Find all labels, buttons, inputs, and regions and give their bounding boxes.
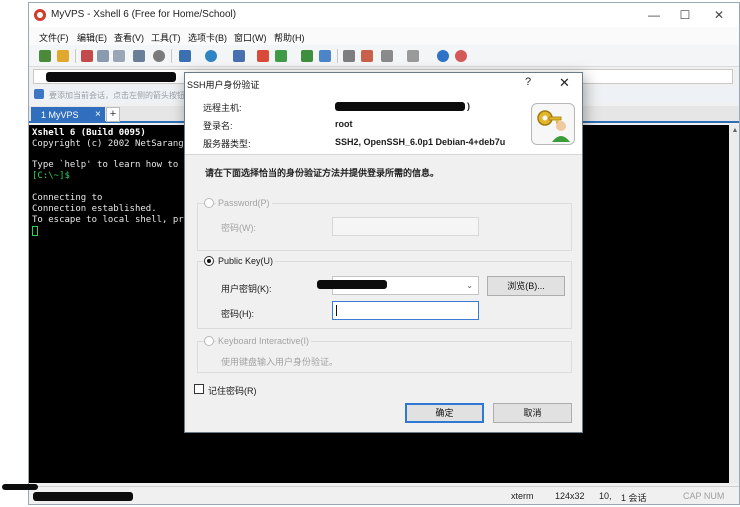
redaction-mark: [2, 484, 38, 490]
menu-help[interactable]: 帮助(H): [274, 31, 305, 44]
open-folder-icon[interactable]: [57, 50, 69, 62]
status-caps: CAP NUM: [683, 491, 725, 501]
server-type-label: 服务器类型:: [203, 139, 251, 149]
tip-text: 要添加当前会话，点击左侧的箭头按钮。: [49, 91, 193, 100]
xshell-info-icon[interactable]: [455, 50, 467, 62]
menu-file[interactable]: 文件(F): [39, 31, 69, 44]
xftp-icon[interactable]: [257, 50, 269, 62]
resize-icon[interactable]: [301, 50, 313, 62]
copy-icon[interactable]: [97, 50, 109, 62]
key-user-icon: [531, 103, 575, 145]
dialog-close-button[interactable]: ✕: [559, 75, 570, 91]
cancel-button[interactable]: 取消: [493, 403, 572, 423]
user-key-label: 用户密钥(K):: [221, 284, 272, 294]
toolbar-separator: [337, 49, 338, 63]
terminal-line: Type `help' to learn how to: [32, 160, 179, 170]
window-title: MyVPS - Xshell 6 (Free for Home/School): [51, 9, 237, 20]
passphrase-input[interactable]: [332, 301, 479, 320]
camera-icon[interactable]: [381, 50, 393, 62]
keyboard-interactive-label: Keyboard Interactive(I): [216, 336, 312, 346]
properties-icon[interactable]: [133, 50, 145, 62]
bookmark-icon: [34, 89, 44, 99]
lock-icon[interactable]: [319, 50, 331, 62]
toolbar-separator: [75, 49, 76, 63]
remember-password-label: 记住密码(R): [208, 386, 257, 396]
tab-myvps[interactable]: 1 MyVPS ×: [31, 107, 105, 123]
terminal-line: To escape to local shell, pr: [32, 215, 184, 225]
tab-label: 1 MyVPS: [41, 110, 79, 120]
passphrase-label: 密码(H):: [221, 309, 254, 319]
tab-close-icon[interactable]: ×: [95, 109, 101, 120]
font-icon[interactable]: [233, 50, 245, 62]
terminal-line: Copyright (c) 2002 NetSarang: [32, 139, 184, 149]
layout-icon[interactable]: [407, 50, 419, 62]
title-bar: MyVPS - Xshell 6 (Free for Home/School) …: [29, 3, 739, 27]
maximize-button[interactable]: ☐: [670, 5, 700, 25]
redacted-status-host: [33, 492, 133, 501]
password-input[interactable]: [332, 217, 479, 236]
browse-button[interactable]: 浏览(B)...: [487, 276, 565, 296]
status-bar: xterm 124x32 10, 1 会话 CAP NUM: [29, 486, 739, 504]
fullscreen-icon[interactable]: [179, 50, 191, 62]
terminal-line: Xshell 6 (Build 0095): [32, 128, 146, 138]
menu-window[interactable]: 窗口(W): [234, 31, 267, 44]
keyboard-interactive-radio[interactable]: [204, 336, 214, 346]
new-session-icon[interactable]: [39, 50, 51, 62]
dialog-title: SSH用户身份验证: [187, 80, 260, 90]
remember-password-checkbox[interactable]: [194, 384, 204, 394]
toolbar-separator: [171, 49, 172, 63]
scroll-up-arrow-icon[interactable]: ▲: [729, 125, 739, 137]
menu-tabs[interactable]: 选项卡(B): [188, 31, 227, 44]
server-type-value: SSH2, OpenSSH_6.0p1 Debian-4+deb7u: [335, 137, 506, 147]
instruction-text: 请在下面选择恰当的身份验证方法并提供登录所需的信息。: [205, 168, 440, 178]
login-label: 登录名:: [203, 121, 233, 131]
dialog-title-bar: SSH用户身份验证 ? ✕: [185, 73, 582, 95]
dialog-help-button[interactable]: ?: [525, 76, 531, 88]
menu-edit[interactable]: 编辑(E): [77, 31, 107, 44]
menu-view[interactable]: 查看(V): [114, 31, 144, 44]
public-key-radio[interactable]: [204, 256, 214, 266]
new-tab-button[interactable]: +: [106, 107, 120, 122]
close-window-button[interactable]: ✕: [704, 5, 734, 25]
ok-button[interactable]: 确定: [405, 403, 484, 423]
help-icon[interactable]: [437, 50, 449, 62]
user-key-select[interactable]: ⌄: [317, 276, 479, 295]
minimize-button[interactable]: —: [639, 5, 669, 25]
terminal-prompt: [C:\~]$: [32, 171, 70, 181]
highlight-icon[interactable]: [361, 50, 373, 62]
status-terminal-type: xterm: [511, 491, 534, 501]
password-field-label: 密码(W):: [221, 223, 256, 233]
login-value: root: [335, 119, 353, 129]
terminal-cursor: [32, 226, 38, 236]
menu-tools[interactable]: 工具(T): [151, 31, 181, 44]
redacted-remote-host: [335, 102, 465, 111]
password-option-label: Password(P): [216, 198, 272, 208]
password-radio[interactable]: [204, 198, 214, 208]
keyboard-interactive-hint: 使用键盘输入用户身份验证。: [221, 357, 339, 367]
remote-host-label: 远程主机:: [203, 103, 242, 113]
remote-host-suffix: ): [467, 101, 470, 111]
terminal-line: Connecting to: [32, 193, 103, 203]
xshell-green-icon[interactable]: [275, 50, 287, 62]
redacted-key-name: [317, 280, 387, 289]
toolbar: [29, 45, 739, 67]
disconnect-icon[interactable]: [81, 50, 93, 62]
keyboard-icon[interactable]: [343, 50, 355, 62]
menu-bar: 文件(F) 编辑(E) 查看(V) 工具(T) 选项卡(B) 窗口(W) 帮助(…: [29, 27, 739, 45]
globe-icon[interactable]: [205, 50, 217, 62]
connection-info: 远程主机: ) 登录名: root 服务器类型: SSH2, OpenSSH_6…: [185, 95, 582, 155]
public-key-option-label: Public Key(U): [216, 256, 276, 266]
status-size: 124x32: [555, 491, 585, 501]
terminal-scrollbar[interactable]: ▲: [729, 125, 739, 483]
paste-icon[interactable]: [113, 50, 125, 62]
text-caret: [336, 305, 337, 316]
status-cursor-pos: 10,: [599, 491, 612, 501]
terminal-line: Connection established.: [32, 204, 157, 214]
ssh-auth-dialog: SSH用户身份验证 ? ✕ 远程主机: ) 登录名: root 服务器类型: S…: [184, 72, 583, 433]
xshell-logo-icon: [34, 9, 46, 21]
chevron-down-icon: ⌄: [466, 281, 473, 290]
redacted-address: [46, 72, 176, 82]
search-icon[interactable]: [153, 50, 165, 62]
status-sessions: 1 会话: [621, 493, 647, 503]
